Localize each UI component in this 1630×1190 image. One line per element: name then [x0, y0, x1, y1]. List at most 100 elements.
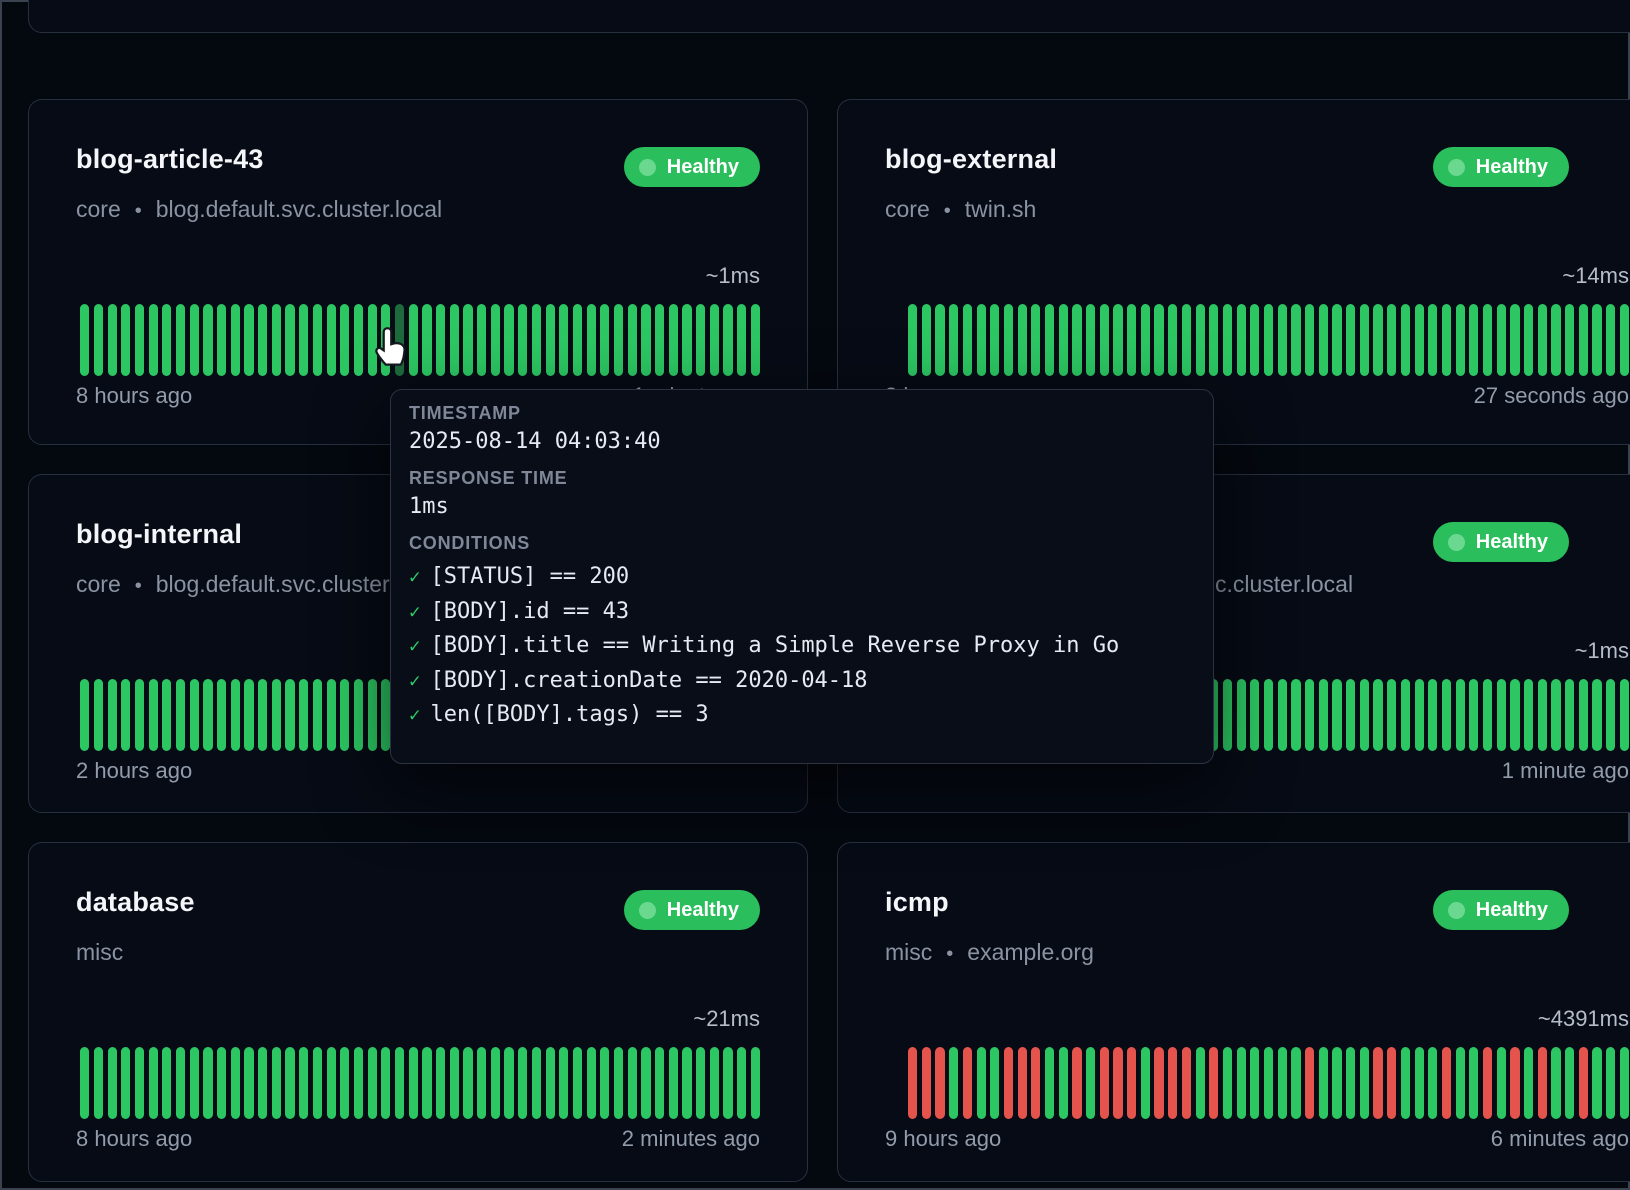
- uptime-bar-down[interactable]: [922, 1047, 931, 1119]
- uptime-bar-up[interactable]: [1278, 679, 1287, 751]
- uptime-bar-down[interactable]: [1168, 1047, 1177, 1119]
- uptime-bar-up[interactable]: [477, 304, 486, 376]
- uptime-bar-down[interactable]: [1442, 1047, 1451, 1119]
- uptime-bar-up[interactable]: [1401, 679, 1410, 751]
- uptime-bar-up[interactable]: [1031, 304, 1040, 376]
- uptime-bar-up[interactable]: [559, 1047, 568, 1119]
- uptime-bar-up[interactable]: [614, 304, 623, 376]
- uptime-bar-up[interactable]: [1456, 1047, 1465, 1119]
- uptime-bar-up[interactable]: [285, 304, 294, 376]
- uptime-bar-up[interactable]: [258, 679, 267, 751]
- uptime-bar-up[interactable]: [1100, 304, 1109, 376]
- uptime-bar-up[interactable]: [1237, 304, 1246, 376]
- uptime-bar-up[interactable]: [1278, 304, 1287, 376]
- uptime-bar-up[interactable]: [587, 304, 596, 376]
- uptime-bar-up[interactable]: [710, 1047, 719, 1119]
- uptime-bar-up[interactable]: [1551, 679, 1560, 751]
- endpoint-card-icmp[interactable]: icmpmisc•example.orgHealthy~4391ms9 hour…: [837, 842, 1630, 1182]
- uptime-bar-up[interactable]: [327, 1047, 336, 1119]
- uptime-bar-up[interactable]: [977, 304, 986, 376]
- uptime-bar-up[interactable]: [1332, 679, 1341, 751]
- uptime-bar-up[interactable]: [1018, 304, 1027, 376]
- uptime-bar-up[interactable]: [244, 1047, 253, 1119]
- uptime-bar-up[interactable]: [1086, 1047, 1095, 1119]
- uptime-bar-up[interactable]: [244, 304, 253, 376]
- uptime-bar-up[interactable]: [1045, 304, 1054, 376]
- uptime-bar-up[interactable]: [217, 679, 226, 751]
- uptime-bar-up[interactable]: [1127, 304, 1136, 376]
- uptime-bar-up[interactable]: [162, 1047, 171, 1119]
- uptime-bar-up[interactable]: [1360, 304, 1369, 376]
- uptime-bar-up[interactable]: [1592, 1047, 1601, 1119]
- uptime-bar-up[interactable]: [1045, 1047, 1054, 1119]
- uptime-bar-up[interactable]: [1346, 304, 1355, 376]
- uptime-bar-up[interactable]: [1606, 679, 1615, 751]
- uptime-bar-up[interactable]: [1565, 679, 1574, 751]
- uptime-bar-up[interactable]: [395, 1047, 404, 1119]
- uptime-bar-down[interactable]: [1483, 1047, 1492, 1119]
- uptime-bar-up[interactable]: [1606, 1047, 1615, 1119]
- uptime-bar-up[interactable]: [1524, 304, 1533, 376]
- uptime-bar-up[interactable]: [587, 1047, 596, 1119]
- uptime-bar-up[interactable]: [1373, 304, 1382, 376]
- uptime-bar-up[interactable]: [285, 679, 294, 751]
- uptime-bar-up[interactable]: [737, 1047, 746, 1119]
- uptime-bar-up[interactable]: [272, 1047, 281, 1119]
- uptime-bar-down[interactable]: [1072, 1047, 1081, 1119]
- uptime-bar-up[interactable]: [1497, 679, 1506, 751]
- uptime-bar-up[interactable]: [1360, 1047, 1369, 1119]
- uptime-bar-up[interactable]: [532, 1047, 541, 1119]
- uptime-bar-up[interactable]: [1141, 304, 1150, 376]
- uptime-bar-up[interactable]: [1442, 304, 1451, 376]
- uptime-bar-up[interactable]: [313, 1047, 322, 1119]
- uptime-bar-up[interactable]: [1182, 304, 1191, 376]
- uptime-bar-up[interactable]: [922, 304, 931, 376]
- uptime-bar-up[interactable]: [573, 1047, 582, 1119]
- uptime-bar-up[interactable]: [1237, 679, 1246, 751]
- uptime-bar-down[interactable]: [1113, 1047, 1122, 1119]
- uptime-bar-up[interactable]: [121, 304, 130, 376]
- uptime-bar-up[interactable]: [94, 304, 103, 376]
- uptime-bar-down[interactable]: [963, 1047, 972, 1119]
- uptime-bar-down[interactable]: [935, 1047, 944, 1119]
- uptime-bar-up[interactable]: [518, 1047, 527, 1119]
- uptime-bar-up[interactable]: [108, 1047, 117, 1119]
- uptime-bar-up[interactable]: [1415, 1047, 1424, 1119]
- uptime-bar-up[interactable]: [1387, 304, 1396, 376]
- uptime-bar-up[interactable]: [573, 304, 582, 376]
- uptime-bar-up[interactable]: [299, 1047, 308, 1119]
- uptime-bar-up[interactable]: [1442, 679, 1451, 751]
- uptime-bar-up[interactable]: [1387, 679, 1396, 751]
- uptime-bar-up[interactable]: [313, 679, 322, 751]
- uptime-bar-up[interactable]: [1346, 1047, 1355, 1119]
- uptime-bar-up[interactable]: [1319, 304, 1328, 376]
- uptime-bar-up[interactable]: [1291, 1047, 1300, 1119]
- uptime-bar-up[interactable]: [108, 679, 117, 751]
- uptime-bar-up[interactable]: [990, 304, 999, 376]
- uptime-bar-up[interactable]: [491, 304, 500, 376]
- uptime-bar-up[interactable]: [723, 304, 732, 376]
- uptime-bar-up[interactable]: [1565, 1047, 1574, 1119]
- uptime-bar-up[interactable]: [176, 304, 185, 376]
- uptime-bar-down[interactable]: [908, 1047, 917, 1119]
- uptime-bar-up[interactable]: [1428, 679, 1437, 751]
- uptime-bar-up[interactable]: [1086, 304, 1095, 376]
- uptime-bar-down[interactable]: [1031, 1047, 1040, 1119]
- uptime-bar-up[interactable]: [327, 304, 336, 376]
- uptime-bar-up[interactable]: [121, 1047, 130, 1119]
- uptime-bar-down[interactable]: [1373, 1047, 1382, 1119]
- uptime-bar-up[interactable]: [1223, 304, 1232, 376]
- uptime-bar-up[interactable]: [121, 679, 130, 751]
- uptime-bar-up[interactable]: [1237, 1047, 1246, 1119]
- uptime-bar-up[interactable]: [1620, 679, 1629, 751]
- uptime-bar-up[interactable]: [1428, 304, 1437, 376]
- uptime-bar-up[interactable]: [751, 1047, 760, 1119]
- uptime-bar-up[interactable]: [977, 1047, 986, 1119]
- uptime-bar-up[interactable]: [1483, 679, 1492, 751]
- uptime-bar-down[interactable]: [1305, 1047, 1314, 1119]
- uptime-bar-up[interactable]: [518, 304, 527, 376]
- uptime-bar-up[interactable]: [1196, 1047, 1205, 1119]
- uptime-bar-up[interactable]: [190, 679, 199, 751]
- uptime-bar-up[interactable]: [176, 679, 185, 751]
- uptime-bar-up[interactable]: [203, 1047, 212, 1119]
